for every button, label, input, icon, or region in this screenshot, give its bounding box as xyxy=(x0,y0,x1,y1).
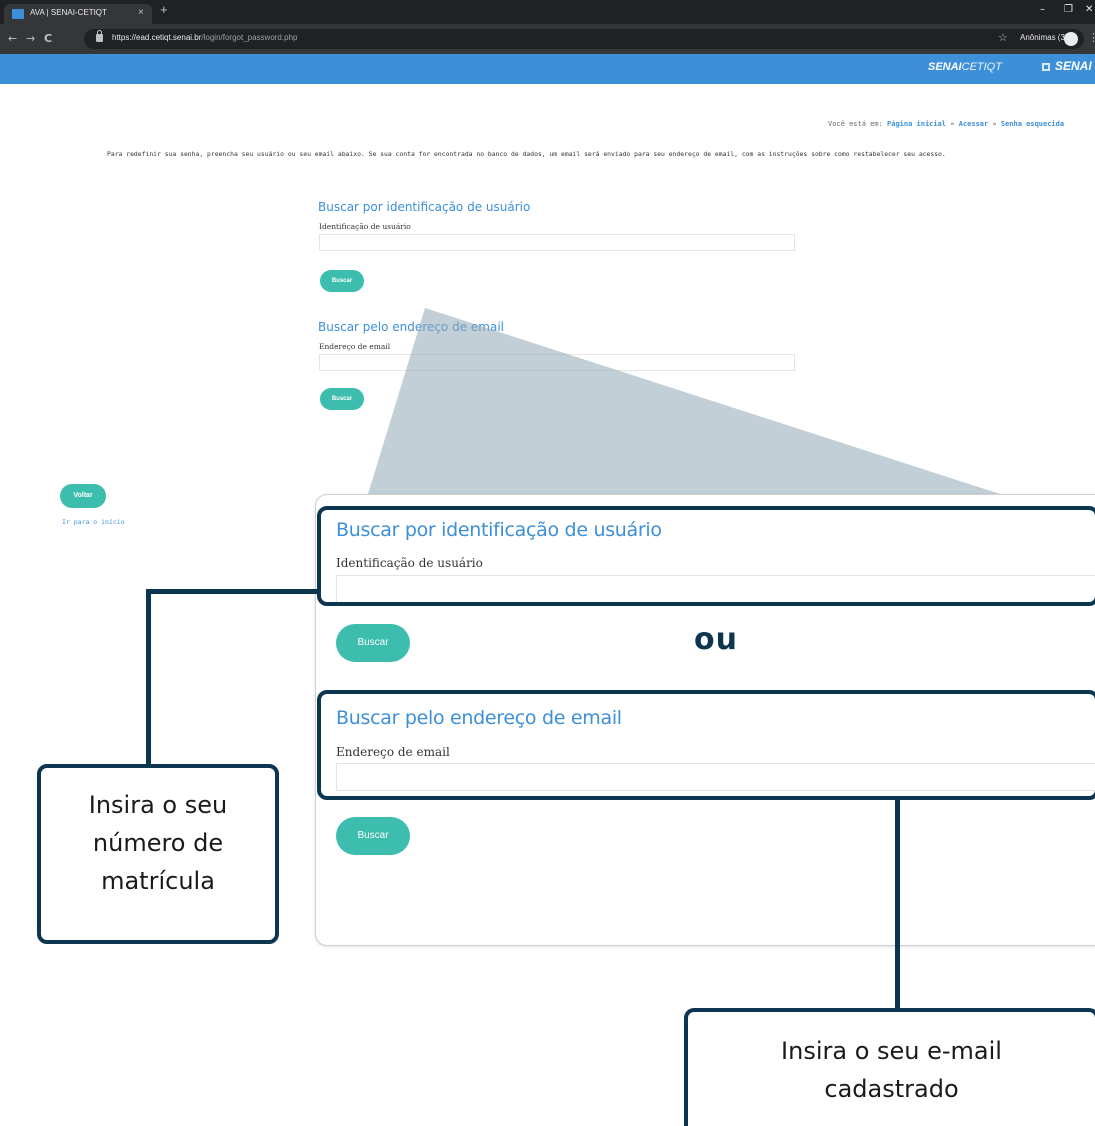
browser-toolbar: ← → C https://ead.cetiqt.senai.br/login/… xyxy=(0,24,1095,54)
breadcrumb: Você está em: Página inicial » Acessar »… xyxy=(828,120,1064,128)
forward-icon[interactable]: → xyxy=(26,32,35,45)
reload-icon[interactable]: C xyxy=(44,32,52,45)
search-email-button[interactable]: Buscar xyxy=(320,388,364,410)
left-callout-line3: matrícula xyxy=(101,867,215,895)
breadcrumb-separator: » xyxy=(992,120,997,128)
favicon-icon xyxy=(12,9,24,19)
email-section-title: Buscar pelo endereço de email xyxy=(318,320,504,334)
breadcrumb-current: Senha esquecida xyxy=(1000,120,1065,128)
url-text: https://ead.cetiqt.senai.br/login/forgot… xyxy=(112,33,297,42)
browser-menu-icon[interactable]: ⋮ xyxy=(1088,31,1095,44)
back-button[interactable]: Voltar xyxy=(60,484,106,508)
left-connector-vertical xyxy=(146,589,151,767)
minimize-icon[interactable]: – xyxy=(1040,4,1045,15)
zoom-search-email-button[interactable]: Buscar xyxy=(336,817,410,855)
close-window-icon[interactable]: ✕ xyxy=(1085,4,1093,15)
left-callout-line2: número de xyxy=(92,829,224,857)
senai-mark-icon xyxy=(1042,63,1050,71)
url-path: /login/forgot_password.php xyxy=(201,33,298,42)
left-connector-horizontal xyxy=(146,589,320,594)
email-field-label: Endereço de email xyxy=(319,342,391,351)
search-user-button[interactable]: Buscar xyxy=(320,270,364,292)
highlight-user-field xyxy=(317,506,1095,606)
tab-close-icon[interactable]: × xyxy=(138,7,144,18)
new-tab-icon[interactable]: + xyxy=(160,3,168,17)
instructions-text: Para redefinir sua senha, preencha seu u… xyxy=(107,150,946,158)
right-callout-line1: Insira o seu e-mail xyxy=(781,1037,1002,1065)
or-separator: ou xyxy=(694,622,738,657)
incognito-avatar-icon[interactable] xyxy=(1064,32,1078,46)
right-callout-line2: cadastrado xyxy=(824,1075,959,1103)
highlight-email-field xyxy=(317,690,1095,800)
back-icon[interactable]: ← xyxy=(8,32,17,45)
browser-tab-bar: AVA | SENAI-CETIQT × + – ❐ ✕ xyxy=(0,0,1095,24)
breadcrumb-prefix: Você está em: xyxy=(828,120,883,128)
tutorial-screenshot: AVA | SENAI-CETIQT × + – ❐ ✕ ← → C https… xyxy=(0,0,1095,1126)
user-section-title: Buscar por identificação de usuário xyxy=(318,200,531,214)
lock-icon xyxy=(96,30,103,42)
left-callout: Insira o seu número de matrícula xyxy=(37,764,279,944)
email-input[interactable] xyxy=(319,354,795,371)
user-field-label: Identificação de usuário xyxy=(319,222,411,231)
right-callout: Insira o seu e-mail cadastrado xyxy=(684,1008,1095,1126)
senai-cetiqt-logo[interactable]: SENAICETIQT xyxy=(928,61,1002,73)
address-bar[interactable]: https://ead.cetiqt.senai.br/login/forgot… xyxy=(84,29,1095,49)
breadcrumb-home[interactable]: Página inicial xyxy=(887,120,946,128)
browser-tab[interactable]: AVA | SENAI-CETIQT × xyxy=(4,4,152,24)
username-input[interactable] xyxy=(319,234,795,251)
tab-title: AVA | SENAI-CETIQT xyxy=(30,8,107,17)
url-host: https://ead.cetiqt.senai.br xyxy=(112,33,202,42)
left-callout-line1: Insira o seu xyxy=(88,791,228,819)
site-header: SENAICETIQT SENAI xyxy=(0,54,1095,84)
home-link[interactable]: Ir para o início xyxy=(62,518,125,526)
zoom-search-user-button[interactable]: Buscar xyxy=(336,624,410,662)
breadcrumb-separator: » xyxy=(950,120,955,128)
breadcrumb-access[interactable]: Acessar xyxy=(959,120,989,128)
incognito-label: Anônimas (3) xyxy=(1020,33,1068,42)
restore-icon[interactable]: ❐ xyxy=(1064,4,1073,15)
bookmark-star-icon[interactable]: ☆ xyxy=(998,31,1008,44)
senai-logo[interactable]: SENAI xyxy=(1055,59,1092,73)
